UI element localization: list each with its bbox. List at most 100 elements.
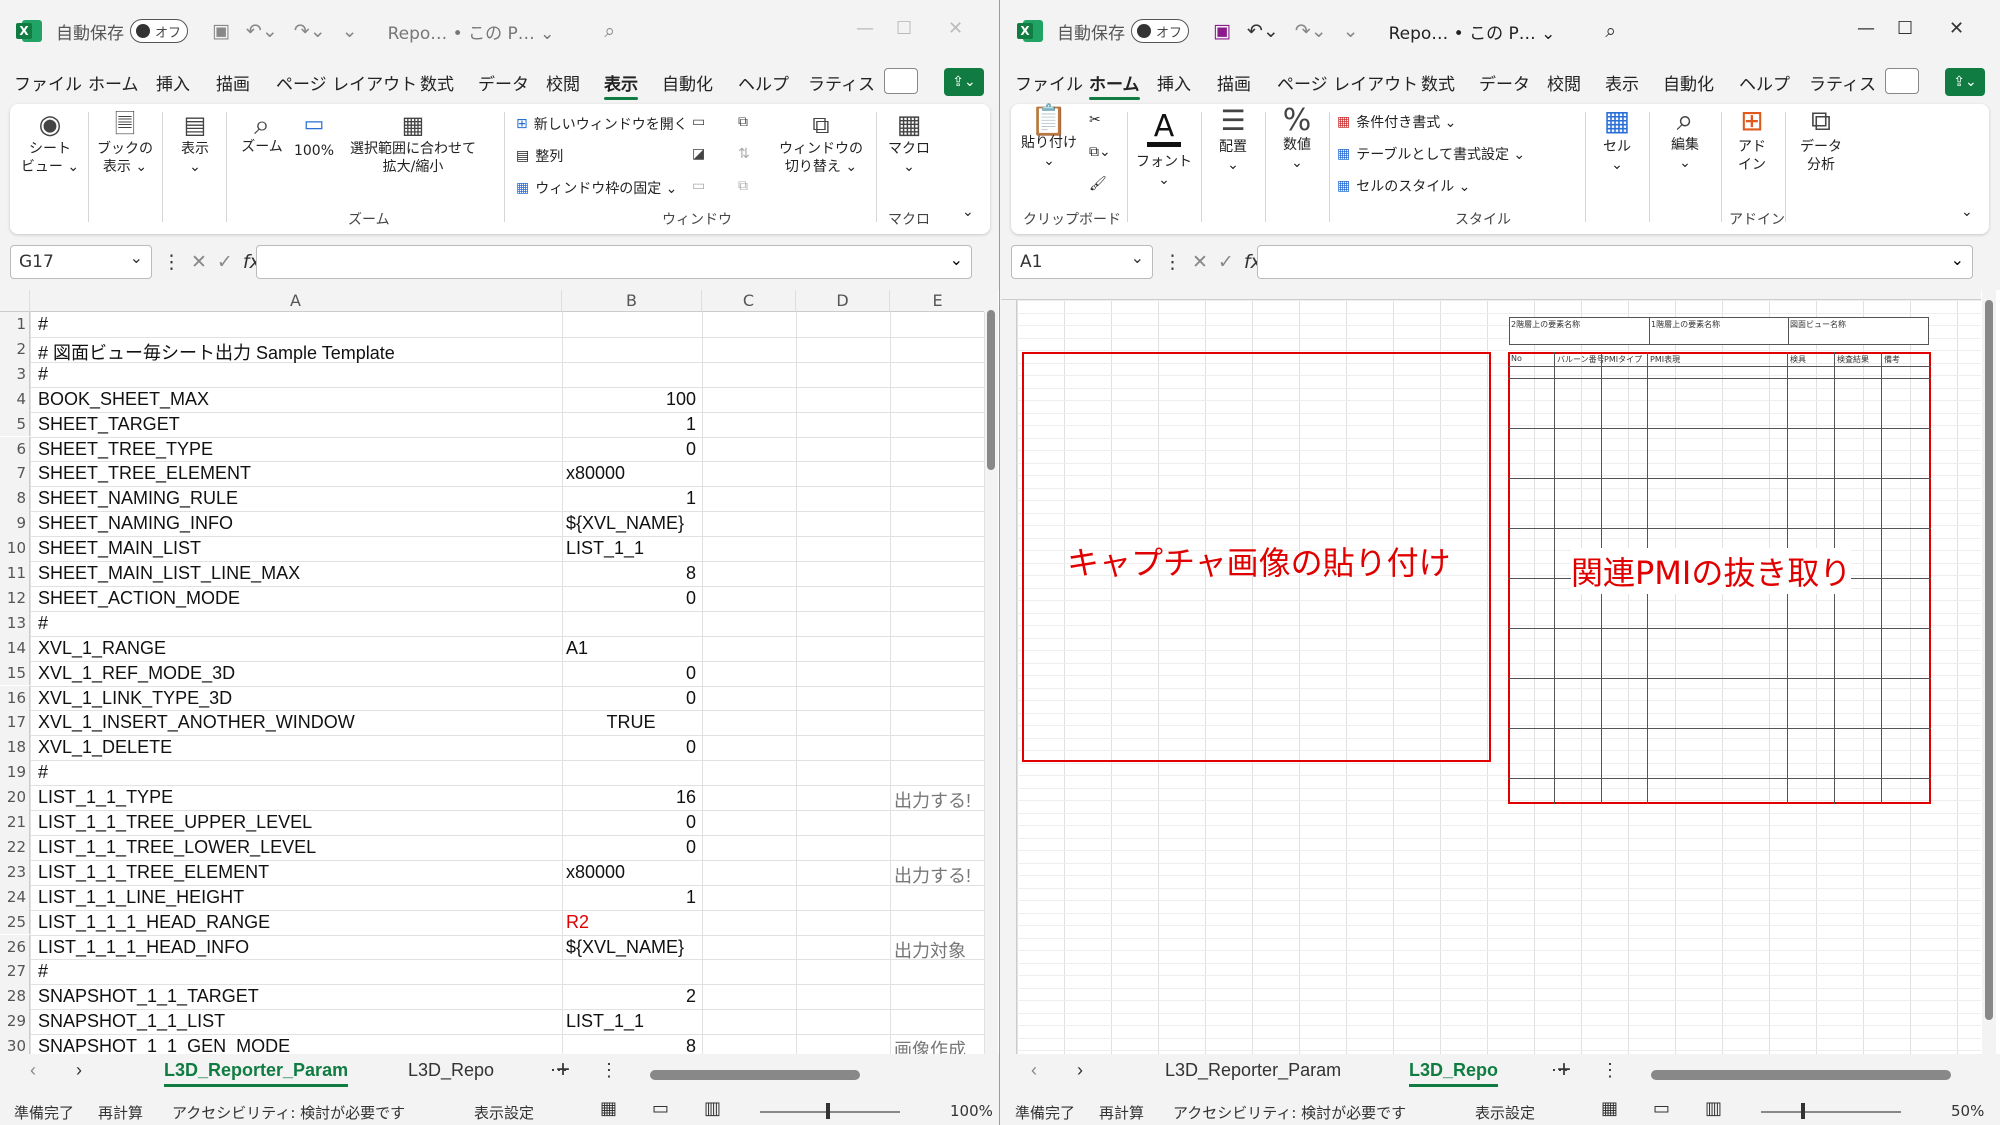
cells-button[interactable]: ▦ セル ⌄ — [1591, 107, 1643, 174]
zoom-to-selection-button[interactable]: ▦ 選択範囲に合わせて 拡大/縮小 — [344, 113, 482, 176]
row-header[interactable]: 6 — [0, 436, 30, 462]
cell-a[interactable]: XVL_1_INSERT_ANOTHER_WINDOW — [38, 712, 558, 733]
column-header-b[interactable]: B — [562, 290, 702, 312]
document-title[interactable]: Repo… • この P… ⌄ — [1389, 19, 1556, 44]
vertical-scrollbar[interactable] — [1982, 290, 1996, 1054]
cell-b[interactable]: 0 — [566, 663, 696, 684]
status-recalc[interactable]: 再計算 — [98, 1102, 143, 1123]
side-by-side-button[interactable]: ⧉ — [738, 114, 748, 130]
menu-tab-6[interactable]: データ — [1479, 70, 1530, 95]
cell-a[interactable]: SHEET_MAIN_LIST_LINE_MAX — [38, 563, 558, 584]
worksheet-grid[interactable]: A B C D E 1 #2 # 図面ビュー毎シート出力 Sample Templa… — [0, 290, 999, 1060]
autosave-toggle[interactable]: オフ — [1131, 19, 1189, 43]
pmi-table-header[interactable]: PMIタイプ — [1604, 354, 1642, 365]
row-header[interactable]: 8 — [0, 486, 30, 512]
row-header[interactable]: 2 — [0, 336, 30, 362]
column-header-d[interactable]: D — [796, 290, 890, 312]
undo-icon[interactable]: ↶⌄ — [246, 20, 278, 42]
search-icon[interactable]: ⌕ — [1605, 20, 1616, 42]
row-header[interactable]: 24 — [0, 884, 30, 910]
formula-input[interactable]: ⌄ — [1257, 245, 1973, 279]
menu-tab-2[interactable]: 挿入 — [156, 70, 190, 95]
row-header[interactable]: 27 — [0, 959, 30, 985]
enter-icon[interactable]: ✓ — [1218, 251, 1234, 273]
prev-sheet-icon[interactable]: ‹ — [30, 1060, 36, 1081]
cell-b[interactable]: 16 — [566, 787, 696, 808]
enter-icon[interactable]: ✓ — [217, 251, 233, 273]
cell-b[interactable]: LIST_1_1 — [566, 538, 696, 559]
row-header[interactable]: 12 — [0, 585, 30, 611]
cell-a[interactable]: LIST_1_1_1_HEAD_RANGE — [38, 912, 558, 933]
tab-splitter-icon[interactable]: ⋮ — [600, 1060, 618, 1081]
cell-a[interactable]: # — [38, 762, 558, 783]
menu-tab-9[interactable]: 自動化 — [662, 70, 713, 95]
page-break-icon[interactable]: ▥ — [704, 1098, 721, 1119]
share-button[interactable]: ⇪⌄ — [1945, 68, 1985, 96]
close-icon[interactable]: ✕ — [948, 18, 963, 39]
autosave-toggle[interactable]: オフ — [130, 19, 188, 43]
cell-b[interactable]: 1 — [566, 887, 696, 908]
row-header-strip[interactable] — [1001, 300, 1017, 1054]
pmi-table-header[interactable]: 検査結果 — [1837, 354, 1869, 365]
row-header[interactable]: 23 — [0, 859, 30, 885]
minimize-icon[interactable]: — — [1857, 18, 1875, 39]
next-sheet-icon[interactable]: › — [76, 1060, 82, 1081]
redo-icon[interactable]: ↷⌄ — [1295, 20, 1327, 42]
status-display-settings[interactable]: 表示設定 — [474, 1102, 534, 1123]
pmi-table-header[interactable]: PMI表現 — [1650, 354, 1680, 365]
cell-a[interactable]: SHEET_TREE_ELEMENT — [38, 463, 558, 484]
cell-a[interactable]: LIST_1_1_TREE_LOWER_LEVEL — [38, 837, 558, 858]
collapse-ribbon-icon[interactable]: ⌄ — [962, 204, 974, 220]
menu-tab-8[interactable]: 表示 — [604, 70, 638, 100]
row-header[interactable]: 4 — [0, 386, 30, 412]
editing-button[interactable]: ⌕ 編集 ⌄ — [1655, 106, 1715, 172]
zoom-button[interactable]: ⌕ ズーム — [238, 111, 286, 156]
cell-a[interactable]: # — [38, 364, 558, 385]
row-header[interactable]: 5 — [0, 411, 30, 437]
menu-tab-1[interactable]: ホーム — [88, 70, 139, 95]
pmi-table-header[interactable]: No — [1511, 354, 1522, 363]
macro-button[interactable]: ▦ マクロ ⌄ — [882, 112, 936, 176]
comments-button[interactable] — [884, 68, 918, 94]
column-header-e[interactable]: E — [890, 290, 986, 312]
cell-b[interactable]: 8 — [566, 563, 696, 584]
cell-a[interactable]: XVL_1_DELETE — [38, 737, 558, 758]
header-label[interactable]: 1階層上の要素名称 — [1651, 319, 1720, 330]
column-header-strip[interactable] — [1001, 290, 1981, 300]
row-header[interactable]: 1 — [0, 312, 30, 337]
menu-tab-3[interactable]: 描画 — [216, 70, 250, 95]
cell-a[interactable]: # — [38, 961, 558, 982]
status-recalc[interactable]: 再計算 — [1099, 1102, 1144, 1123]
cell-e[interactable]: 出力する! — [894, 787, 982, 813]
cell-b[interactable]: 2 — [566, 986, 696, 1007]
customize-qat-icon[interactable]: ⌄ — [1343, 20, 1359, 42]
cell-b[interactable]: 0 — [566, 812, 696, 833]
document-title[interactable]: Repo… • この P… ⌄ — [388, 19, 555, 44]
cell-a[interactable]: SHEET_NAMING_INFO — [38, 513, 558, 534]
unhide-button[interactable]: ▭ — [692, 178, 705, 194]
comments-button[interactable] — [1885, 68, 1919, 94]
paste-button[interactable]: 📋 貼り付け ⌄ — [1017, 106, 1081, 170]
page-layout-icon[interactable]: ▭ — [1653, 1098, 1670, 1119]
page-layout-icon[interactable]: ▭ — [652, 1098, 669, 1119]
copy-icon[interactable]: ⧉⌄ — [1089, 144, 1111, 160]
cancel-icon[interactable]: ✕ — [1192, 251, 1208, 273]
cell-styles-button[interactable]: ▦ セルのスタイル ⌄ — [1337, 176, 1470, 196]
menu-tab-11[interactable]: ラティス — [808, 70, 875, 95]
cell-a[interactable]: LIST_1_1_TYPE — [38, 787, 558, 808]
row-header[interactable]: 16 — [0, 685, 30, 711]
row-header[interactable]: 13 — [0, 610, 30, 636]
pmi-table-header[interactable]: 検具 — [1790, 354, 1806, 365]
row-header[interactable]: 19 — [0, 760, 30, 786]
cell-b[interactable]: ${XVL_NAME} — [566, 937, 696, 958]
name-box[interactable]: G17 — [10, 245, 152, 279]
row-header[interactable]: 29 — [0, 1009, 30, 1035]
format-painter-icon[interactable]: 🖌 — [1089, 176, 1107, 192]
row-header[interactable]: 25 — [0, 909, 30, 935]
row-header[interactable]: 21 — [0, 810, 30, 835]
column-header-c[interactable]: C — [702, 290, 796, 312]
menu-tab-7[interactable]: 校閲 — [1547, 70, 1581, 95]
conditional-format-button[interactable]: ▦ 条件付き書式 ⌄ — [1337, 112, 1456, 132]
data-analysis-button[interactable]: ⧉ データ 分析 — [1791, 107, 1851, 174]
switch-window-button[interactable]: ⧉ ウィンドウの 切り替え ⌄ — [776, 113, 866, 176]
